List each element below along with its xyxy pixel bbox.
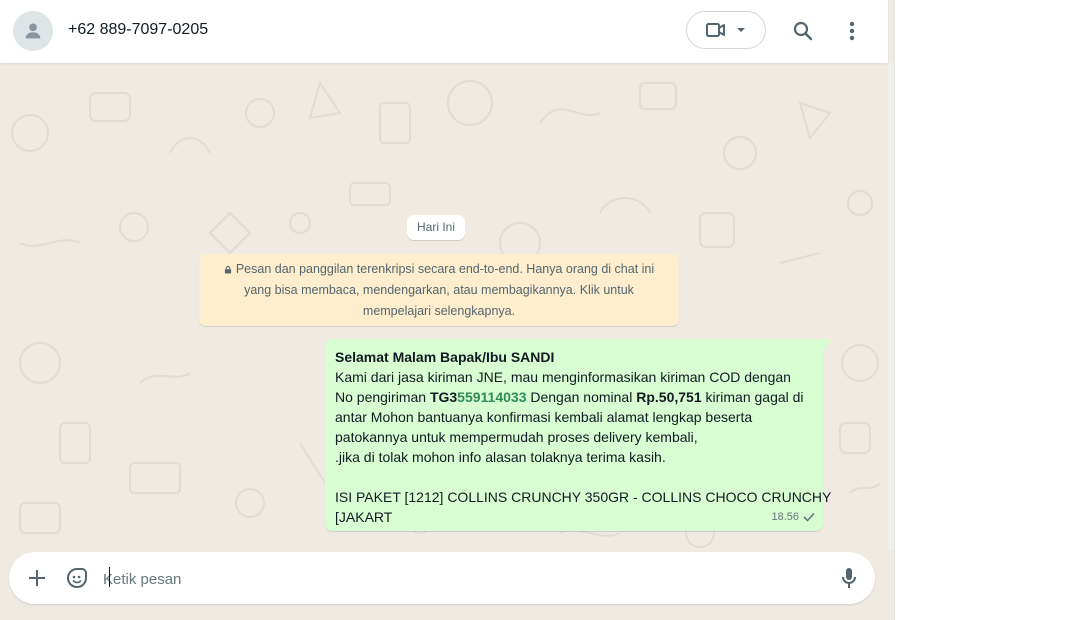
message-greeting: Selamat Malam Bapak/Ibu SANDI	[335, 349, 555, 365]
composer-bar	[9, 552, 875, 604]
message-line: patokannya untuk mempermudah proses deli…	[335, 429, 698, 445]
menu-button[interactable]	[837, 16, 867, 46]
amount: Rp.50,751	[636, 389, 702, 405]
message-line: [JAKART	[335, 509, 393, 525]
tracking-prefix: TG3	[429, 389, 458, 405]
text-caret	[109, 567, 110, 587]
tracking-number-link[interactable]: 559114033	[457, 389, 526, 405]
chevron-down-icon	[737, 28, 745, 32]
message-meta: 18.56	[771, 507, 815, 527]
message-line: .jika di tolak mohon info alasan tolakny…	[335, 449, 666, 465]
outgoing-message[interactable]: Selamat Malam Bapak/Ibu SANDI Kami dari …	[325, 339, 832, 531]
attach-button[interactable]	[23, 564, 51, 592]
chat-header: +62 889-7097-0205	[0, 0, 888, 63]
avatar[interactable]	[13, 11, 53, 51]
lock-icon	[224, 266, 231, 274]
chat-scrollbar[interactable]	[888, 63, 894, 550]
video-call-icon	[706, 23, 725, 37]
microphone-icon	[842, 568, 856, 588]
search-button[interactable]	[788, 16, 818, 46]
video-call-button[interactable]	[686, 11, 766, 49]
message-line: ISI PAKET [1212] COLLINS CRUNCHY 350GR -…	[335, 489, 832, 505]
menu-icon	[849, 21, 855, 41]
message-line-blank	[335, 467, 813, 487]
message-line: Kami dari jasa kiriman JNE, mau menginfo…	[335, 369, 791, 385]
encryption-text: Pesan dan panggilan terenkripsi secara e…	[235, 262, 655, 318]
avatar-icon	[25, 23, 41, 39]
message-text: No pengiriman	[335, 389, 430, 405]
message-text: kiriman gagal di	[701, 389, 804, 405]
voice-button[interactable]	[835, 564, 863, 592]
sticker-button[interactable]	[63, 564, 91, 592]
message-input[interactable]	[101, 565, 805, 593]
sticker-icon	[67, 568, 87, 588]
search-icon	[793, 21, 813, 41]
date-chip: Hari Ini	[407, 215, 466, 240]
message-line: No pengiriman TG3559114033 Dengan nomina…	[335, 387, 813, 407]
chat-window: +62 889-7097-0205 Hari Ini Pesan dan pan…	[0, 0, 895, 620]
message-time: 18.56	[771, 511, 799, 523]
contact-name[interactable]: +62 889-7097-0205	[68, 21, 208, 39]
message-text: Dengan nominal	[526, 389, 637, 405]
plus-icon	[29, 570, 45, 586]
encryption-notice[interactable]: Pesan dan panggilan terenkripsi secara e…	[199, 254, 679, 326]
check-icon	[803, 512, 815, 522]
message-line: antar Mohon bantuanya konfirmasi kembali…	[335, 409, 753, 425]
bubble-tail	[823, 339, 831, 350]
composer	[0, 550, 888, 620]
